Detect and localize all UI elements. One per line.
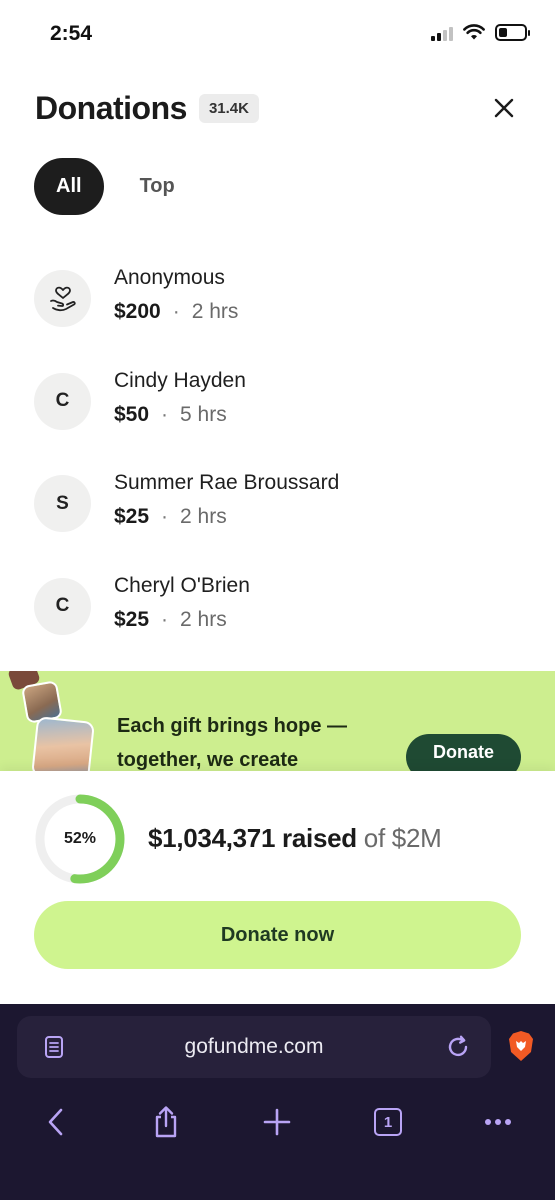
donation-count-badge: 31.4K [198,93,259,123]
share-icon [155,1106,177,1138]
address-bar[interactable]: gofundme.com [17,1016,491,1078]
donation-item: S Summer Rae Broussard $25 · 2 hrs [34,455,521,558]
tab-all[interactable]: All [34,158,104,215]
donation-time: 2 hrs [180,607,227,631]
donation-meta: $50 · 5 hrs [114,403,227,427]
reload-icon[interactable] [445,1034,471,1060]
avatar [34,270,91,327]
close-icon [494,98,514,118]
banner-line-2: together, we create [117,749,299,771]
donation-time: 5 hrs [180,402,227,426]
avatar: S [34,475,91,532]
goal-text: of $2M [356,823,442,853]
donation-amount: $50 [114,402,150,426]
banner-photo [31,716,95,771]
page-title: Donations [35,89,187,126]
tab-count: 1 [374,1108,402,1136]
donor-name: Summer Rae Broussard [114,471,340,494]
tabs-button[interactable]: 1 [366,1100,410,1144]
raised-summary: $1,034,371 raised of $2M [148,823,442,854]
more-icon [485,1119,511,1125]
separator-dot: · [172,300,180,323]
raised-amount: $1,034,371 raised [148,823,357,853]
avatar: C [34,372,91,430]
donation-amount: $200 [114,300,161,323]
avatar: C [34,577,91,635]
plus-icon [263,1108,291,1136]
separator-dot: · [161,402,169,426]
wifi-icon [463,24,485,40]
progress-percent: 52% [63,830,97,847]
new-tab-button[interactable] [255,1100,299,1144]
donation-item: Anonymous $200 · 2 hrs [34,250,521,353]
status-time: 2:54 [50,22,93,45]
donation-meta: $25 · 2 hrs [114,608,227,632]
status-bar: 2:54 [0,0,555,70]
donation-item: C Cheryl O'Brien $25 · 2 hrs [34,558,521,661]
browser-chrome: gofundme.com 1 [0,1004,555,1200]
close-button[interactable] [488,92,520,124]
fundraiser-progress: 52% $1,034,371 raised of $2M Donate now [0,771,555,1004]
donation-meta: $200 · 2 hrs [114,300,238,324]
separator-dot: · [161,505,169,528]
banner-line-1: Each gift brings hope — [117,715,348,737]
donor-name: Anonymous [114,266,225,289]
donation-meta: $25 · 2 hrs [114,505,227,529]
donate-now-button[interactable]: Donate now [34,901,521,969]
donation-tabs: All Top [34,158,197,215]
donation-time: 2 hrs [180,505,227,528]
browser-toolbar: 1 [0,1100,555,1150]
battery-icon [495,24,530,41]
tab-top[interactable]: Top [118,158,197,215]
status-icons [431,24,530,41]
more-button[interactable] [476,1100,520,1144]
donation-list: Anonymous $200 · 2 hrs C Cindy Hayden $50 ·… [34,250,521,660]
donation-item: C Cindy Hayden $50 · 5 hrs [34,353,521,456]
donation-amount: $25 [114,505,150,528]
chevron-left-icon [48,1108,63,1136]
donation-time: 2 hrs [191,300,239,323]
banner-text: Each gift brings hope — together, we cre… [117,709,347,771]
url-text[interactable]: gofundme.com [17,1035,491,1059]
separator-dot: · [161,607,169,631]
banner-donate-button[interactable]: Donate [406,734,521,771]
hand-heart-icon [49,286,76,311]
back-button[interactable] [34,1100,78,1144]
donor-name: Cheryl O'Brien [114,573,250,597]
donations-header: Donations 31.4K [35,86,520,130]
donor-name: Cindy Hayden [114,368,246,392]
donation-amount: $25 [114,607,150,631]
brave-shield-icon[interactable] [507,1030,535,1062]
share-button[interactable] [144,1100,188,1144]
promo-banner: Each gift brings hope — together, we cre… [0,671,555,771]
signal-icon [431,25,453,41]
